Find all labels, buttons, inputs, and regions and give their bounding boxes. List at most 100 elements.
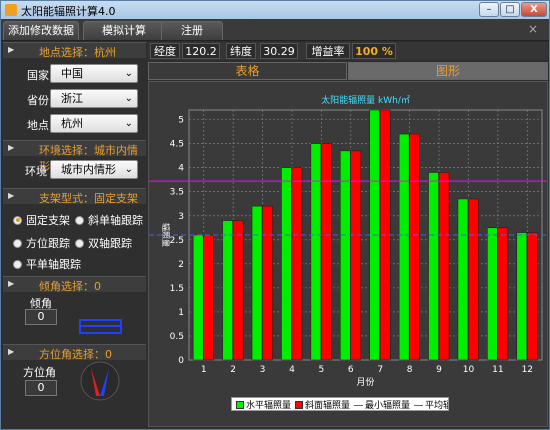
tab-chart[interactable]: 图形 (348, 62, 548, 80)
legend-item-line: 平均辐照量 (414, 398, 448, 411)
title-bar: 太阳能辐照计算4.0 – □ X (1, 1, 549, 19)
radio-tilted-single-axis[interactable]: 斜单轴跟踪 (75, 212, 143, 228)
minimize-button[interactable]: – (479, 2, 499, 17)
location-params-bar: 经度 120.2 纬度 30.29 增益率 100 % (148, 42, 548, 60)
chevron-down-icon: ⌄ (124, 118, 133, 129)
location-section-title: 地点选择：杭州 (39, 46, 116, 59)
bar-horizontal (310, 143, 322, 361)
bar-tilted (203, 234, 214, 361)
chevron-down-icon: ⌄ (124, 164, 133, 175)
country-label: 国家 (27, 69, 49, 82)
province-value: 浙江 (61, 92, 83, 105)
y-tick-label: 3 (178, 212, 184, 222)
tab-register[interactable]: 注册 (161, 21, 223, 40)
radio-dot-icon (75, 215, 84, 225)
chevron-down-icon: ⌄ (124, 93, 133, 104)
expand-arrow-icon: ▶ (8, 45, 15, 54)
menu-close-icon[interactable]: × (528, 22, 538, 36)
y-tick-label: 4.5 (170, 140, 184, 150)
azimuth-label: 方位角 (23, 366, 56, 379)
legend-label: 斜面辐照量 (305, 401, 351, 411)
legend-label: 平均辐照量 (425, 401, 448, 411)
y-tick-label: 3.5 (170, 188, 184, 198)
mount-section-header[interactable]: ▶ 支架型式：固定支架 (3, 188, 146, 205)
radio-dot-icon (13, 215, 22, 225)
latitude-label: 纬度 (226, 43, 256, 59)
radio-flat-single-axis[interactable]: 平单轴跟踪 (13, 256, 81, 272)
gain-value: 100 % (352, 43, 396, 59)
bar-tilted (409, 133, 420, 361)
radio-dot-icon (75, 238, 84, 248)
tilt-section-header[interactable]: ▶ 倾角选择：0 (3, 276, 146, 293)
azimuth-input[interactable]: 0 (25, 380, 57, 396)
legend-label: 水平辐照量 (246, 401, 292, 411)
bar-horizontal (516, 232, 528, 361)
y-tick-label: 2 (178, 260, 184, 270)
environment-select[interactable]: 城市内情形 ⌄ (50, 160, 138, 179)
bar-tilted (438, 172, 450, 361)
location-section-header[interactable]: ▶ 地点选择：杭州 (3, 42, 146, 59)
compass-icon (80, 361, 120, 401)
environment-label: 环境 (25, 165, 47, 178)
environment-section-header[interactable]: ▶ 环境选择：城市内情形 (3, 140, 146, 173)
view-tabs: 表格 图形 (148, 62, 548, 80)
legend-item-series: 水平辐照量 (236, 398, 292, 411)
country-select[interactable]: 中国 ⌄ (50, 64, 138, 83)
irradiance-chart: 太阳能辐照量 kWh/㎡00.511.522.533.544.551 2 3 4 5 6 7… (149, 94, 547, 388)
maximize-button[interactable]: □ (500, 2, 520, 17)
radio-label: 双轴跟踪 (88, 237, 132, 250)
place-value: 杭州 (61, 117, 83, 130)
radio-label: 平单轴跟踪 (26, 258, 81, 271)
legend-label: 最小辐照量 (365, 401, 411, 411)
tilt-section-title: 倾角选择：0 (39, 280, 101, 293)
x-tick-label: 12 (522, 365, 533, 375)
bar-horizontal (340, 150, 351, 361)
x-tick-label: 11 (492, 365, 503, 375)
chart-title: 太阳能辐照量 kWh/㎡ (321, 94, 410, 106)
x-tick-label: 3 (260, 365, 266, 375)
sidebar: ▶ 地点选择：杭州 国家 中国 ⌄ 省份 浙江 ⌄ 地点 杭州 ⌄ ▶ 环境选择：城市… (3, 42, 146, 428)
bar-tilted (350, 150, 362, 361)
radio-label: 方位跟踪 (26, 237, 70, 250)
radio-dot-icon (13, 238, 22, 248)
bar-horizontal (192, 234, 204, 361)
place-select[interactable]: 杭州 ⌄ (50, 114, 138, 133)
tab-edit-data[interactable]: 添加修改数据 (3, 21, 79, 40)
bar-tilted (468, 198, 479, 361)
radio-fixed-mount[interactable]: 固定支架 (13, 212, 70, 228)
x-tick-label: 2 (230, 365, 236, 375)
bar-tilted (527, 232, 538, 361)
bar-tilted (321, 143, 332, 361)
x-tick-label: 5 (319, 365, 325, 375)
y-tick-label: 1.5 (170, 284, 184, 294)
radio-azimuth-tracking[interactable]: 方位跟踪 (13, 235, 70, 251)
legend-swatch (295, 400, 304, 409)
gain-label: 增益率 (306, 43, 350, 59)
expand-arrow-icon: ▶ (8, 143, 15, 152)
tab-table[interactable]: 表格 (148, 62, 347, 80)
province-select[interactable]: 浙江 ⌄ (50, 89, 138, 108)
bar-tilted (291, 167, 303, 361)
y-axis-label: 辐照量 (161, 223, 171, 247)
chart-legend: 水平辐照量 斜面辐照量 最小辐照量 平均辐照量 (231, 397, 449, 411)
window-title: 太阳能辐照计算4.0 (21, 5, 116, 18)
y-tick-label: 4 (178, 164, 184, 174)
expand-arrow-icon: ▶ (8, 279, 15, 288)
bar-horizontal (457, 198, 469, 361)
bar-tilted (497, 227, 509, 361)
place-label: 地点 (27, 119, 49, 132)
bar-tilted (262, 205, 273, 361)
environment-value: 城市内情形 (61, 163, 116, 176)
x-tick-label: 6 (348, 365, 354, 375)
y-tick-label: 0.5 (170, 332, 184, 342)
bar-horizontal (222, 220, 233, 361)
bar-horizontal (487, 227, 498, 361)
x-axis-label: 月份 (356, 376, 374, 388)
bar-horizontal (398, 133, 410, 361)
tilt-input[interactable]: 0 (25, 309, 57, 325)
close-button[interactable]: X (521, 2, 547, 17)
radio-dual-axis[interactable]: 双轴跟踪 (75, 235, 132, 251)
azimuth-section-header[interactable]: ▶ 方位角选择：0 (3, 344, 146, 361)
tab-simulate[interactable]: 模拟计算 (83, 21, 165, 40)
y-tick-label: 1 (178, 308, 184, 318)
